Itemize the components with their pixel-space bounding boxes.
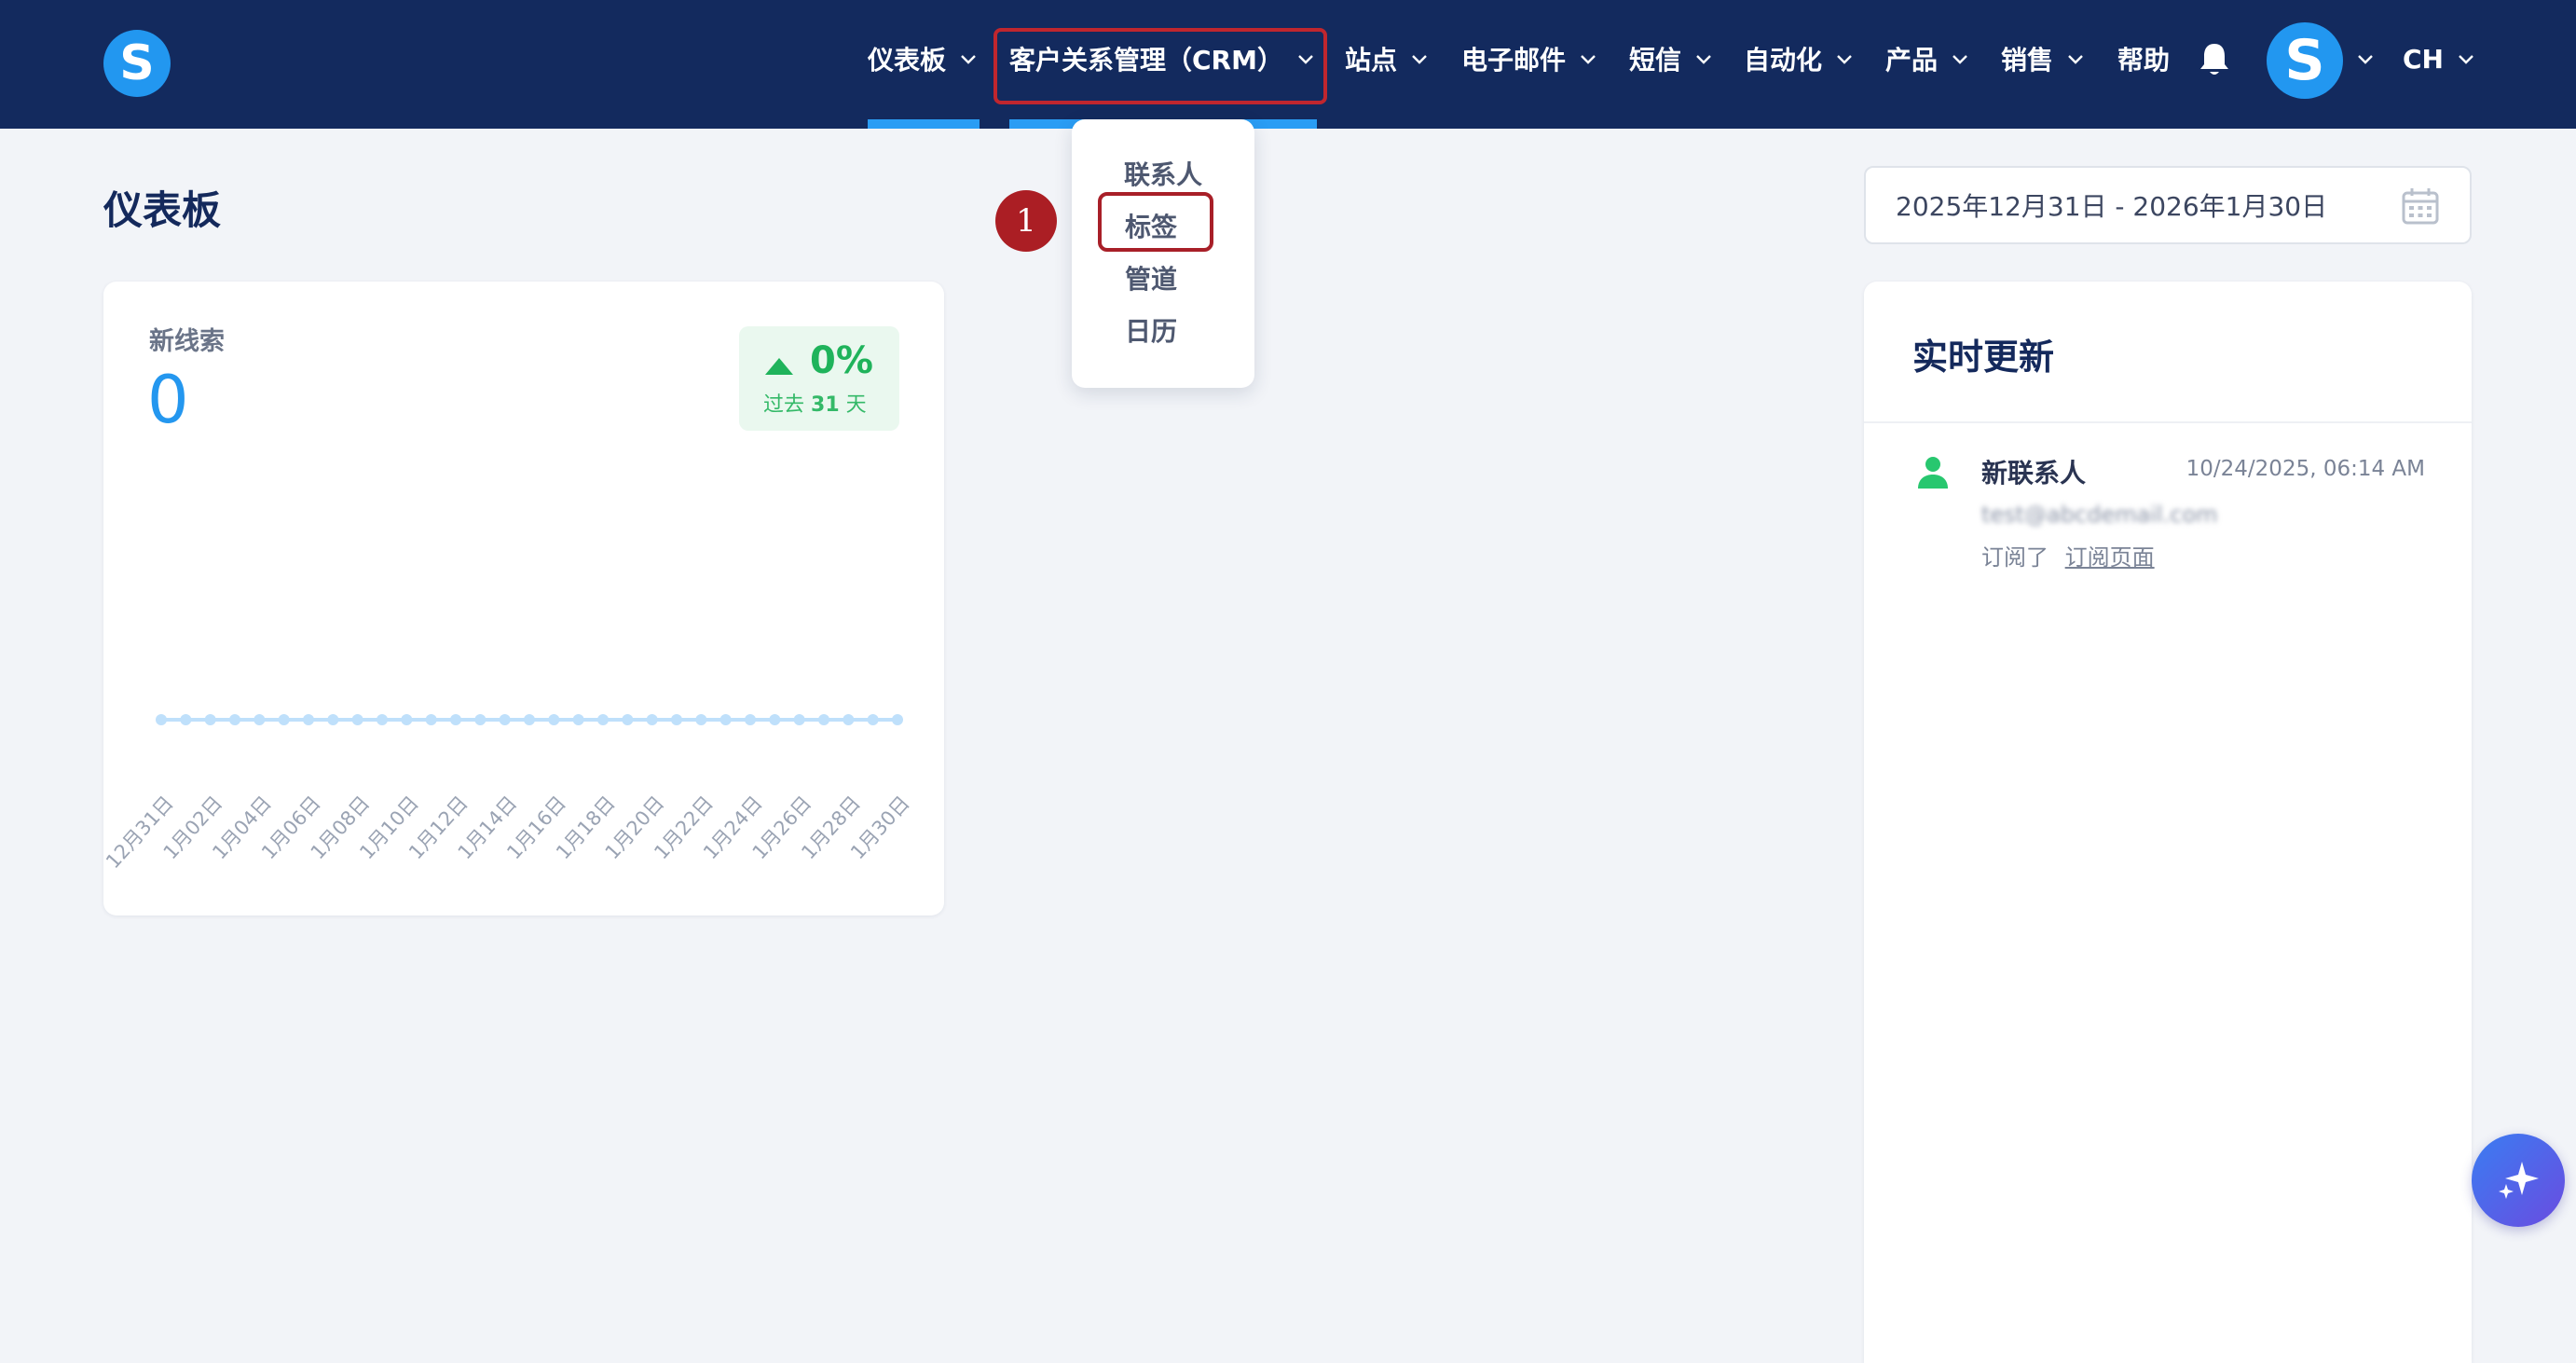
date-range-value: 2025年12月31日 - 2026年1月30日 xyxy=(1896,191,2328,222)
chevron-down-icon xyxy=(2459,55,2473,64)
nav-item-sales[interactable]: 销售 xyxy=(2001,0,2085,117)
calendar-icon[interactable] xyxy=(2401,186,2440,226)
data-point[interactable] xyxy=(229,714,240,725)
data-point[interactable] xyxy=(745,714,756,725)
chevron-down-icon xyxy=(2068,55,2083,64)
data-point[interactable] xyxy=(843,714,855,725)
chevron-down-icon xyxy=(1696,55,1711,64)
nav-item-label: 帮助 xyxy=(2117,45,2171,76)
nav-item-label: 短信 xyxy=(1629,45,1682,76)
realtime-title: 实时更新 xyxy=(1912,337,2055,378)
data-point[interactable] xyxy=(892,714,903,725)
nav-item-label: 销售 xyxy=(2001,45,2054,76)
crm-highlight-box xyxy=(993,28,1327,104)
ai-assistant-button[interactable] xyxy=(2472,1134,2565,1227)
data-point[interactable] xyxy=(180,714,192,725)
data-point[interactable] xyxy=(303,714,314,725)
data-point[interactable] xyxy=(253,714,266,725)
bell-icon[interactable] xyxy=(2198,41,2231,78)
avatar-letter: S xyxy=(2284,28,2325,93)
sparkle-icon xyxy=(2499,1162,2539,1199)
chevron-down-icon xyxy=(1581,55,1596,64)
data-point[interactable] xyxy=(204,714,216,725)
data-point[interactable] xyxy=(867,714,879,725)
nav-item-sms[interactable]: 短信 xyxy=(1629,0,1713,117)
data-point[interactable] xyxy=(351,714,363,725)
chevron-down-icon xyxy=(961,55,976,64)
language-selector[interactable]: CH xyxy=(2403,0,2475,117)
data-point[interactable] xyxy=(548,714,560,725)
language-label: CH xyxy=(2403,43,2444,75)
logo-letter: S xyxy=(119,35,155,91)
data-point[interactable] xyxy=(695,714,707,725)
menu-item-pipelines[interactable]: 管道 xyxy=(1125,259,1177,296)
step-badge: 1 xyxy=(995,190,1057,252)
new-leads-card: 新线索 0 0% 过去 31 天 12月31日 1月02日 1月04日 1月06日 1月… xyxy=(103,282,944,916)
person-icon xyxy=(1918,457,1948,489)
nav-item-label: 产品 xyxy=(1885,45,1939,76)
data-point[interactable] xyxy=(377,714,388,725)
nav-item-label: 自动化 xyxy=(1744,45,1823,76)
menu-item-calendar[interactable]: 日历 xyxy=(1125,311,1177,349)
data-point[interactable] xyxy=(156,714,167,725)
data-point[interactable] xyxy=(818,714,829,725)
data-point[interactable] xyxy=(671,714,682,725)
new-leads-chart: 12月31日1月02日1月04日1月06日1月08日1月10日1月12日1月14… xyxy=(103,714,914,873)
data-point[interactable] xyxy=(646,714,658,725)
event-type: 新联系人 xyxy=(1981,458,2087,489)
divider xyxy=(1864,421,2472,423)
chevron-down-icon xyxy=(2358,55,2373,64)
data-point[interactable] xyxy=(719,714,732,725)
realtime-updates-card: 实时更新 新联系人 10/24/2025, 06:14 AM test@abcd… xyxy=(1864,282,2472,1363)
data-point[interactable] xyxy=(278,714,290,725)
event-description: 订阅了 订阅页面 xyxy=(1981,539,2155,571)
nav-item-automation[interactable]: 自动化 xyxy=(1744,0,1854,117)
chevron-down-icon xyxy=(1412,55,1427,64)
event-email: test@abcdemail.com xyxy=(1981,502,2218,528)
top-navbar: S 仪表板 客户关系管理（CRM） 站点 电子邮件 短信 自动化 产品 销售 帮… xyxy=(0,0,2576,129)
avatar[interactable]: S xyxy=(2267,22,2343,99)
data-point[interactable] xyxy=(524,714,535,725)
nav-active-underline-dashboard xyxy=(868,119,980,129)
event-description-prefix: 订阅了 xyxy=(1981,544,2048,571)
nav-item-dashboard[interactable]: 仪表板 xyxy=(868,0,978,117)
event-timestamp: 10/24/2025, 06:14 AM xyxy=(2185,457,2425,481)
nav-item-label: 电子邮件 xyxy=(1461,45,1567,76)
nav-item-label: 仪表板 xyxy=(868,45,947,76)
data-point[interactable] xyxy=(597,714,609,725)
data-point[interactable] xyxy=(474,714,486,725)
date-range-picker[interactable]: 2025年12月31日 - 2026年1月30日 xyxy=(1864,166,2472,244)
subscription-page-link[interactable]: 订阅页面 xyxy=(2065,544,2155,571)
data-point[interactable] xyxy=(450,714,461,725)
page-title: 仪表板 xyxy=(103,187,222,233)
data-point[interactable] xyxy=(327,714,339,725)
data-point[interactable] xyxy=(622,714,634,725)
nav-item-label: 站点 xyxy=(1345,45,1398,76)
data-point[interactable] xyxy=(401,714,413,725)
data-point[interactable] xyxy=(572,714,584,725)
data-point[interactable] xyxy=(425,714,437,725)
tags-highlight-box xyxy=(1098,192,1213,252)
data-point[interactable] xyxy=(499,714,511,725)
data-point[interactable] xyxy=(793,714,805,725)
data-point[interactable] xyxy=(769,714,781,725)
chevron-down-icon xyxy=(1837,55,1852,64)
crm-dropdown-menu: 联系人 标签 管道 日历 xyxy=(1072,119,1254,388)
nav-item-products[interactable]: 产品 xyxy=(1885,0,1969,117)
nav-item-email[interactable]: 电子邮件 xyxy=(1461,0,1597,117)
x-tick-label: 12月31日 xyxy=(103,792,178,873)
chevron-down-icon xyxy=(1953,55,1967,64)
nav-item-sites[interactable]: 站点 xyxy=(1345,0,1429,117)
nav-item-help[interactable]: 帮助 xyxy=(2117,0,2170,117)
menu-item-contacts[interactable]: 联系人 xyxy=(1124,155,1202,192)
logo[interactable]: S xyxy=(103,30,171,97)
account-menu-toggle[interactable] xyxy=(2356,0,2375,117)
